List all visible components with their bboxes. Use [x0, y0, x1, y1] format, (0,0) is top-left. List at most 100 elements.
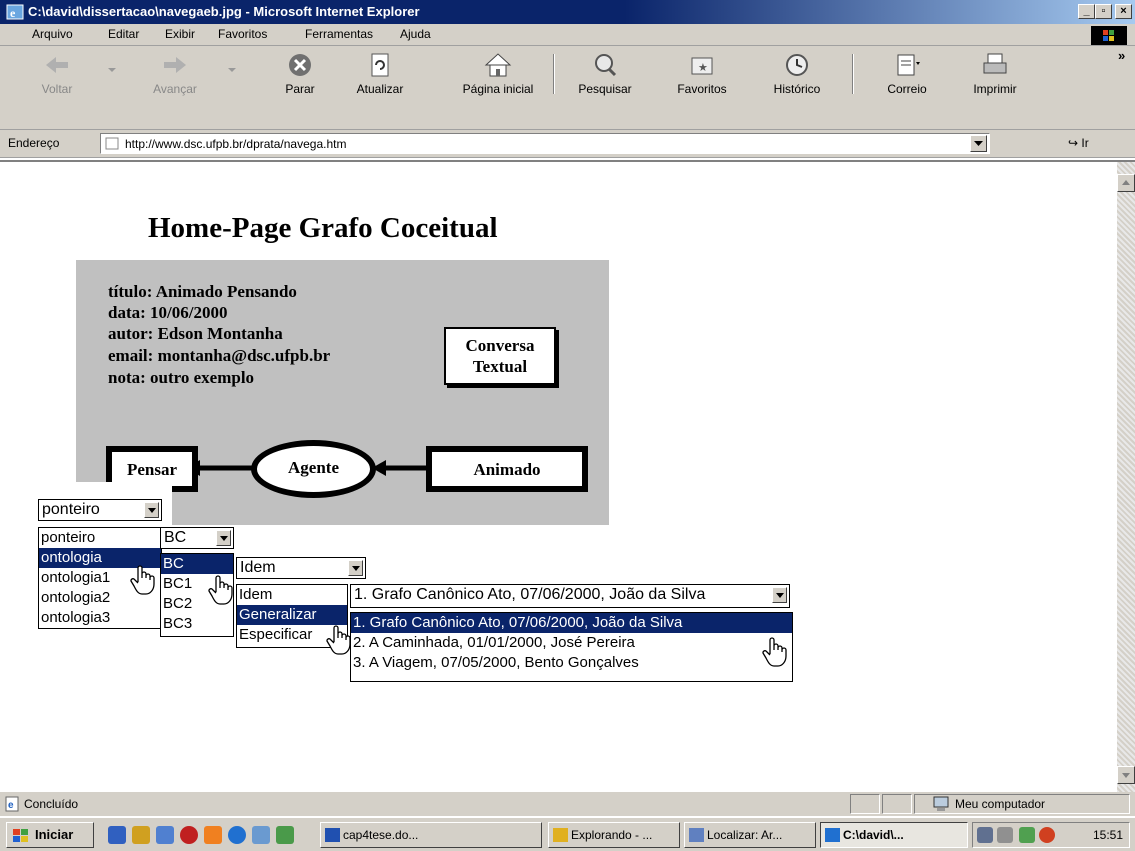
- stop-label: Parar: [285, 82, 315, 96]
- quicklaunch-messenger-icon[interactable]: [180, 826, 198, 844]
- home-icon: [484, 53, 512, 77]
- status-zone: Meu computador: [955, 797, 1046, 811]
- menu-exibir[interactable]: Exibir: [165, 27, 195, 41]
- generalizar-option[interactable]: Generalizar: [237, 605, 347, 625]
- task-word-document[interactable]: cap4tese.do...: [320, 822, 542, 848]
- internet-explorer-icon: [825, 828, 840, 842]
- task-explorer[interactable]: Explorando - ...: [548, 822, 680, 848]
- favorites-icon: ★: [691, 57, 713, 75]
- folder-icon: [553, 828, 568, 842]
- vertical-scrollbar[interactable]: [1117, 162, 1135, 792]
- task-find[interactable]: Localizar: Ar...: [684, 822, 816, 848]
- bc-option[interactable]: BC: [161, 554, 233, 574]
- tray-antivirus-icon[interactable]: [1039, 827, 1055, 843]
- scroll-up-button[interactable]: [1117, 174, 1135, 192]
- toolbar-separator: [553, 54, 555, 94]
- node-agente: Agente: [251, 440, 376, 498]
- go-button[interactable]: ↪ Ir: [1068, 136, 1089, 150]
- address-input[interactable]: http://www.dsc.ufpb.br/dprata/navega.htm: [100, 133, 990, 154]
- grafo-option-2[interactable]: 2. A Caminhada, 01/01/2000, José Pereira: [351, 633, 792, 653]
- address-label: Endereço: [8, 136, 60, 150]
- menu-favoritos[interactable]: Favoritos: [218, 27, 267, 41]
- svg-text:e: e: [10, 6, 16, 20]
- refresh-label: Atualizar: [356, 82, 404, 96]
- menu-ferramentas[interactable]: Ferramentas: [305, 27, 373, 41]
- print-button[interactable]: Imprimir: [950, 52, 1040, 96]
- tray-volume-icon[interactable]: [997, 827, 1013, 843]
- task-label: Localizar: Ar...: [707, 828, 783, 842]
- maximize-button[interactable]: ▫: [1095, 4, 1112, 19]
- chevron-down-icon: [772, 587, 787, 603]
- toolbar-separator: [852, 54, 854, 94]
- search-button[interactable]: Pesquisar: [560, 52, 650, 96]
- window-title-bar[interactable]: e C:\david\dissertacao\navegaeb.jpg - Mi…: [0, 0, 1135, 24]
- forward-button[interactable]: Avançar: [130, 52, 220, 96]
- scroll-down-button[interactable]: [1117, 766, 1135, 784]
- close-button[interactable]: ×: [1115, 4, 1132, 19]
- system-tray: 15:51: [972, 822, 1130, 848]
- tray-network-icon[interactable]: [977, 827, 993, 843]
- stop-button[interactable]: Parar: [255, 52, 345, 96]
- grafo-option-3[interactable]: 3. A Viagem, 07/05/2000, Bento Gonçalves: [351, 653, 792, 673]
- relacao-select[interactable]: Idem: [236, 557, 366, 579]
- minimize-button[interactable]: _: [1078, 4, 1095, 19]
- search-label: Pesquisar: [578, 82, 632, 96]
- chevron-down-icon: [348, 560, 363, 576]
- quicklaunch-window-icon[interactable]: [156, 826, 174, 844]
- back-label: Voltar: [41, 82, 73, 96]
- hand-cursor-icon: [130, 565, 155, 595]
- forward-dropdown[interactable]: [222, 52, 242, 78]
- refresh-button[interactable]: Atualizar: [335, 52, 425, 96]
- quicklaunch-internet-explorer-icon[interactable]: [228, 826, 246, 844]
- ontologia3-option[interactable]: ontologia3: [39, 608, 161, 628]
- toolbar-overflow-chevron[interactable]: »: [1118, 48, 1125, 63]
- chevron-down-icon: [228, 68, 236, 72]
- ponteiro-select[interactable]: ponteiro: [38, 499, 162, 521]
- page-title: Home-Page Grafo Coceitual: [148, 212, 498, 244]
- grafo-select[interactable]: 1. Grafo Canônico Ato, 07/06/2000, João …: [350, 584, 790, 608]
- home-label: Página inicial: [462, 82, 534, 96]
- taskbar: Iniciar cap4tese.do... Explorando - ... …: [0, 817, 1135, 851]
- favorites-label: Favoritos: [677, 82, 727, 96]
- task-label: Explorando - ...: [571, 828, 653, 842]
- quicklaunch-editor-icon[interactable]: [132, 826, 150, 844]
- quicklaunch-desktop-icon[interactable]: [108, 826, 126, 844]
- menu-arquivo[interactable]: Arquivo: [32, 27, 73, 41]
- home-button[interactable]: Página inicial: [448, 52, 548, 96]
- tray-app-icon[interactable]: [1019, 827, 1035, 843]
- start-button[interactable]: Iniciar: [6, 822, 94, 848]
- node-animado-label: Animado: [473, 460, 541, 479]
- relacao-select-value: Idem: [240, 559, 276, 576]
- back-button[interactable]: Voltar: [12, 52, 102, 96]
- menu-editar[interactable]: Editar: [108, 27, 139, 41]
- history-label: Histórico: [773, 82, 821, 96]
- history-button[interactable]: Histórico: [752, 52, 842, 96]
- mail-icon: [897, 54, 920, 76]
- idem-option[interactable]: Idem: [237, 585, 347, 605]
- mail-button[interactable]: Correio: [862, 52, 952, 96]
- bc-select-value: BC: [164, 529, 187, 546]
- search-icon: [689, 828, 704, 842]
- ponteiro-option[interactable]: ponteiro: [39, 528, 161, 548]
- task-internet-explorer[interactable]: C:\david\...: [820, 822, 968, 848]
- page-viewport: Home-Page Grafo Coceitual título: Animad…: [0, 160, 1135, 792]
- standard-toolbar: Voltar Avançar Parar Atualizar Página in…: [0, 46, 1135, 130]
- bc3-option[interactable]: BC3: [161, 614, 233, 634]
- status-text: Concluído: [24, 797, 79, 811]
- quicklaunch-network-icon[interactable]: [252, 826, 270, 844]
- chevron-down-icon: [974, 141, 983, 146]
- favorites-button[interactable]: ★ Favoritos: [657, 52, 747, 96]
- svg-text:e: e: [8, 800, 14, 811]
- clock: 15:51: [1092, 828, 1123, 842]
- bc-select[interactable]: BC: [160, 527, 234, 549]
- quicklaunch-app-icon[interactable]: [276, 826, 294, 844]
- address-dropdown-button[interactable]: [970, 135, 987, 152]
- quicklaunch-media-player-icon[interactable]: [204, 826, 222, 844]
- menu-ajuda[interactable]: Ajuda: [400, 27, 431, 41]
- hand-cursor-icon: [326, 625, 351, 655]
- printer-icon: [983, 53, 1007, 74]
- chevron-down-icon: [144, 502, 159, 518]
- start-label: Iniciar: [35, 827, 74, 842]
- grafo-option-1[interactable]: 1. Grafo Canônico Ato, 07/06/2000, João …: [351, 613, 792, 633]
- back-dropdown[interactable]: [102, 52, 122, 78]
